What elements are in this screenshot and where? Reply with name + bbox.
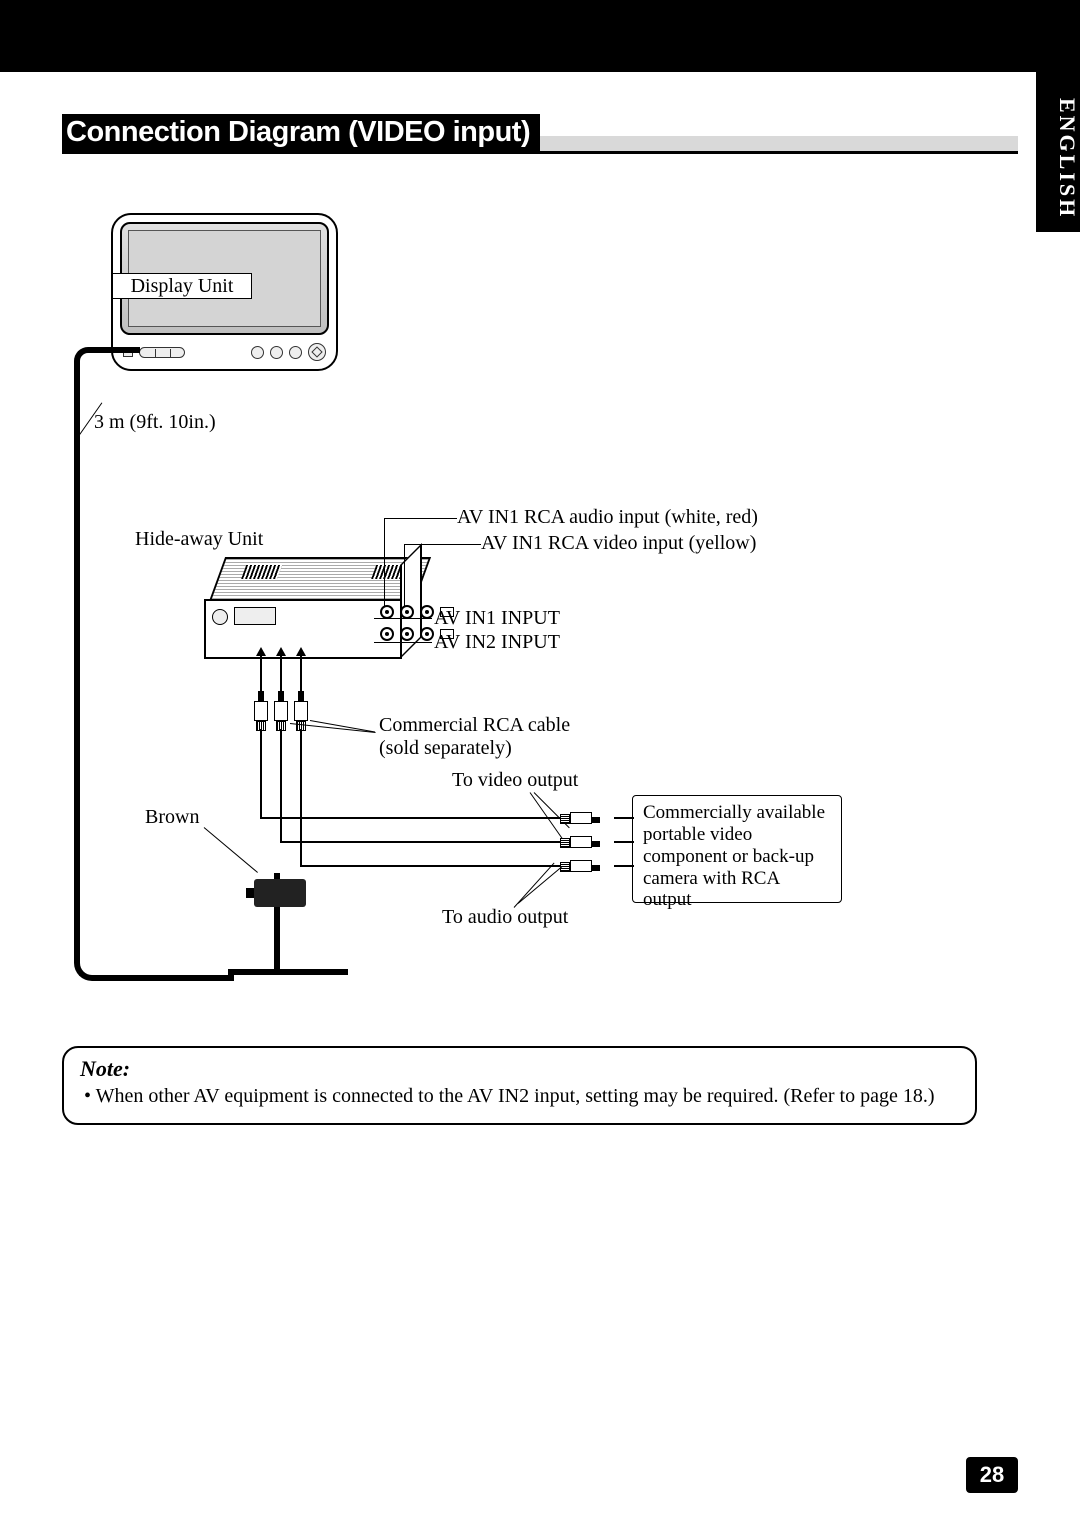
port-icon	[234, 607, 276, 625]
brown-connector-icon	[254, 879, 306, 907]
rca-jack-icon	[380, 605, 394, 619]
rca-jack-icon	[420, 605, 434, 619]
rca-cable-label: Commercial RCA cable	[379, 714, 570, 737]
display-unit-label: Display Unit	[112, 273, 252, 299]
leader-line	[260, 656, 262, 694]
rca-plug-icon	[560, 859, 600, 873]
arrow-up-icon	[276, 647, 286, 656]
wire	[280, 729, 282, 843]
note-heading: Note:	[80, 1056, 959, 1082]
header-black-bar	[0, 0, 1080, 72]
wire	[300, 729, 302, 867]
rca-plug-icon	[560, 835, 600, 849]
component-box: Commercially available portable video co…	[632, 795, 842, 903]
wire	[300, 865, 560, 867]
leader-line	[300, 656, 302, 694]
wire	[260, 817, 560, 819]
leader-line	[518, 866, 563, 904]
arrow-up-icon	[296, 647, 306, 656]
av-in1-video-label: AV IN1 RCA video input (yellow)	[481, 532, 756, 555]
ctrl-dpad-icon	[308, 343, 326, 361]
title-tail	[540, 136, 1018, 154]
display-controls	[123, 341, 326, 363]
hideaway-unit	[204, 557, 422, 669]
leader-line	[384, 518, 385, 606]
rca-jack-icon	[400, 605, 414, 619]
leader-line	[280, 656, 282, 694]
leader-line	[514, 863, 555, 908]
ctrl-icon	[270, 346, 283, 359]
wire	[260, 729, 262, 819]
av-in1-audio-label: AV IN1 RCA audio input (white, red)	[457, 506, 758, 529]
hideaway-unit-label: Hide-away Unit	[135, 528, 263, 551]
av-in1-input-label: AV IN1 INPUT	[434, 607, 560, 630]
cable-length-label: 3 m (9ft. 10in.)	[94, 411, 216, 434]
note-box: Note: • When other AV equipment is conne…	[62, 1046, 977, 1125]
rca-plug-icon	[560, 811, 600, 825]
ctrl-icon	[251, 346, 264, 359]
wire	[614, 841, 634, 843]
leader-line	[374, 618, 432, 619]
section-title-row: Connection Diagram (VIDEO input)	[62, 114, 1018, 154]
note-bullet: • When other AV equipment is connected t…	[80, 1084, 959, 1109]
section-title: Connection Diagram (VIDEO input)	[62, 114, 540, 151]
leader-line	[374, 642, 432, 643]
page-number: 28	[966, 1457, 1018, 1493]
port-icon	[212, 609, 228, 625]
rca-cable-sold-label: (sold separately)	[379, 737, 512, 760]
rca-plug-icon	[254, 691, 268, 729]
leader-line	[404, 544, 481, 545]
leader-line	[404, 544, 405, 606]
wire	[614, 865, 634, 867]
leader-line	[384, 518, 457, 519]
cable-segment	[228, 969, 348, 975]
ctrl-icon	[289, 346, 302, 359]
language-tab: ENGLISH	[1036, 72, 1080, 232]
rca-jack-icon	[420, 627, 434, 641]
arrow-up-icon	[256, 647, 266, 656]
rca-jack-icon	[380, 627, 394, 641]
brown-label: Brown	[145, 806, 199, 829]
rca-jack-icon	[400, 627, 414, 641]
main-cable	[74, 361, 234, 981]
rca-plug-icon	[274, 691, 288, 729]
to-video-output-label: To video output	[452, 769, 578, 792]
ctrl-icon	[139, 347, 185, 358]
wire	[614, 817, 634, 819]
av-in2-input-label: AV IN2 INPUT	[434, 631, 560, 654]
vent-icon	[241, 565, 282, 579]
wire	[280, 841, 560, 843]
connection-diagram: Display Unit 3 m (9ft. 10in.) Hide-away …	[74, 213, 944, 1003]
to-audio-output-label: To audio output	[442, 906, 568, 929]
